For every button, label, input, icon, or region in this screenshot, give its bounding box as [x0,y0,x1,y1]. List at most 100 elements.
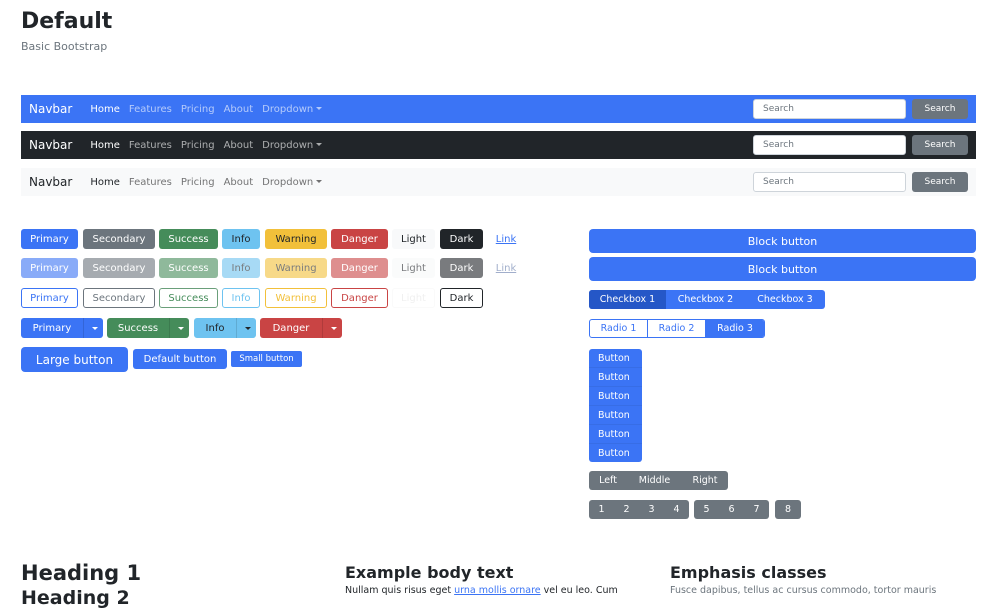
navbar-brand[interactable]: Navbar [29,138,72,152]
nav-link-about[interactable]: About [224,104,254,115]
page-button-2[interactable]: 2 [614,500,639,519]
success-outline-button[interactable]: Success [159,288,218,308]
nav-link-features[interactable]: Features [129,177,172,188]
danger-split-dropdown[interactable]: Danger [260,318,342,338]
danger-button-disabled: Danger [331,258,388,278]
vertical-button[interactable]: Button [589,387,642,406]
emphasis-title: Emphasis classes [670,563,827,582]
search-button[interactable]: Search [912,172,968,192]
primary-outline-button[interactable]: Primary [21,288,78,308]
secondary-button[interactable]: Secondary [83,229,155,249]
page-button-1[interactable]: 1 [589,500,614,519]
radio-1[interactable]: Radio 1 [590,320,648,337]
nav-link-features[interactable]: Features [129,104,172,115]
nav-link-home[interactable]: Home [90,140,120,151]
page-button-3[interactable]: 3 [639,500,664,519]
nav-dropdown[interactable]: Dropdown [262,139,323,151]
dropdown-toggle[interactable] [236,318,256,338]
nav-link-features[interactable]: Features [129,140,172,151]
radio-2[interactable]: Radio 2 [648,320,706,337]
right-button[interactable]: Right [682,471,728,490]
body-text-link[interactable]: urna mollis ornare [454,585,541,596]
vertical-button[interactable]: Button [589,349,642,368]
success-split-label[interactable]: Success [107,318,169,338]
radio-button-group: Radio 1 Radio 2 Radio 3 [589,319,765,338]
success-split-dropdown[interactable]: Success [107,318,189,338]
vertical-button[interactable]: Button [589,425,642,444]
left-button[interactable]: Left [589,471,627,490]
danger-button[interactable]: Danger [331,229,388,249]
nav-link-pricing[interactable]: Pricing [181,177,215,188]
primary-split-label[interactable]: Primary [21,318,83,338]
dropdown-toggle[interactable] [83,318,103,338]
dropdown-toggle[interactable] [322,318,342,338]
light-outline-button[interactable]: Light [392,288,435,308]
search-input[interactable] [753,135,906,155]
info-split-dropdown[interactable]: Info [194,318,256,338]
nav-link-about[interactable]: About [224,177,254,188]
navbar-primary: Navbar Home Features Pricing About Dropd… [21,95,976,123]
navbar-light: Navbar Home Features Pricing About Dropd… [21,168,976,196]
nav-link-home[interactable]: Home [90,177,120,188]
page-button-4[interactable]: 4 [664,500,689,519]
checkbox-3[interactable]: Checkbox 3 [745,290,825,309]
block-button[interactable]: Block button [589,229,976,253]
success-button[interactable]: Success [159,229,218,249]
info-button[interactable]: Info [222,229,260,249]
body-text-end: vel eu leo. Cum [540,585,618,596]
page-button-8[interactable]: 8 [775,500,801,519]
default-button[interactable]: Default button [133,349,227,369]
info-outline-button[interactable]: Info [222,288,260,308]
nav-link-about[interactable]: About [224,140,254,151]
dark-button-disabled: Dark [440,258,483,278]
secondary-outline-button[interactable]: Secondary [83,288,155,308]
dark-outline-button[interactable]: Dark [440,288,483,308]
nav-link-pricing[interactable]: Pricing [181,104,215,115]
dark-button[interactable]: Dark [440,229,483,249]
page-button-6[interactable]: 6 [719,500,744,519]
danger-split-label[interactable]: Danger [260,318,322,338]
small-button[interactable]: Small button [231,351,302,367]
checkbox-1[interactable]: Checkbox 1 [589,290,666,309]
button-toolbar-group-2: 5 6 7 [694,500,769,519]
vertical-button[interactable]: Button [589,406,642,425]
nav-dropdown[interactable]: Dropdown [262,103,323,115]
page-title: Default [21,9,113,34]
nav-dropdown-label: Dropdown [262,139,314,151]
dropdown-toggle[interactable] [169,318,189,338]
middle-button[interactable]: Middle [627,471,682,490]
nav-link-home[interactable]: Home [90,104,120,115]
caret-down-icon [245,326,251,330]
nav-dropdown-label: Dropdown [262,103,314,115]
vertical-button[interactable]: Button [589,368,642,387]
large-button[interactable]: Large button [21,347,128,372]
nav-link-pricing[interactable]: Pricing [181,140,215,151]
checkbox-2[interactable]: Checkbox 2 [666,290,745,309]
heading-1: Heading 1 [21,561,142,585]
search-input[interactable] [753,99,906,119]
nav-dropdown[interactable]: Dropdown [262,177,323,188]
warning-button[interactable]: Warning [265,229,327,249]
radio-3[interactable]: Radio 3 [706,320,764,337]
button-toolbar-group-1: 1 2 3 4 [589,500,689,519]
search-button[interactable]: Search [912,135,968,155]
vertical-button[interactable]: Button [589,444,642,462]
navbar-brand[interactable]: Navbar [29,102,72,116]
search-input[interactable] [753,172,906,192]
light-button[interactable]: Light [392,229,435,249]
primary-split-dropdown[interactable]: Primary [21,318,103,338]
caret-down-icon [331,326,337,330]
danger-outline-button[interactable]: Danger [331,288,388,308]
success-button-disabled: Success [159,258,218,278]
emphasis-muted-text: Fusce dapibus, tellus ac cursus commodo,… [670,585,937,596]
search-button[interactable]: Search [912,99,968,119]
page-button-7[interactable]: 7 [744,500,769,519]
info-split-label[interactable]: Info [194,318,236,338]
page-button-5[interactable]: 5 [694,500,719,519]
warning-outline-button[interactable]: Warning [265,288,327,308]
secondary-button-disabled: Secondary [83,258,155,278]
navbar-brand[interactable]: Navbar [29,175,72,189]
link-button[interactable]: Link [489,229,523,249]
primary-button[interactable]: Primary [21,229,78,249]
block-button[interactable]: Block button [589,257,976,281]
